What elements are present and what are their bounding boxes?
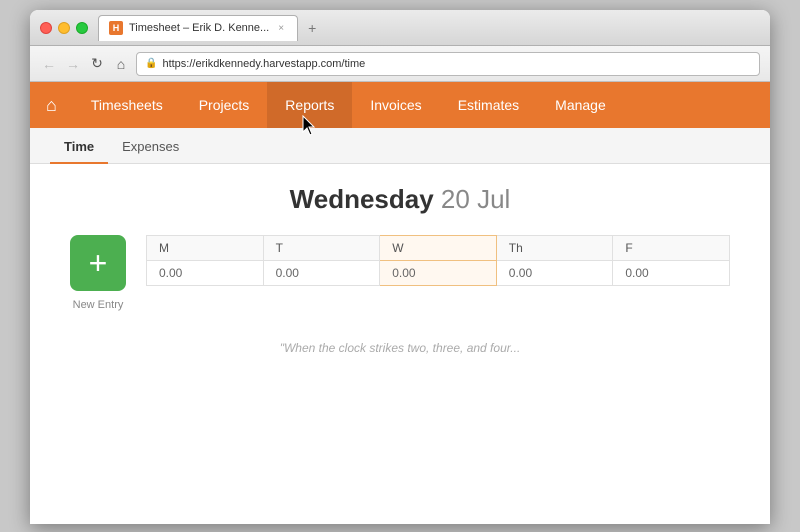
nav-timesheets-label: Timesheets: [91, 97, 163, 113]
cell-m: 0.00: [147, 261, 264, 286]
address-url: https://erikdkennedy.harvestapp.com/time: [162, 58, 365, 70]
ssl-icon: 🔒: [145, 58, 157, 69]
close-button[interactable]: [40, 22, 52, 34]
tab-bar: H Timesheet – Erik D. Kenne... × +: [98, 15, 760, 41]
cell-t: 0.00: [263, 261, 380, 286]
nav-projects-label: Projects: [199, 97, 250, 113]
browser-toolbar: ← → ↻ ⌂ 🔒 https://erikdkennedy.harvestap…: [30, 46, 770, 82]
col-header-m: M: [147, 236, 264, 261]
cell-f: 0.00: [613, 261, 730, 286]
nav-invoices[interactable]: Invoices: [352, 82, 439, 128]
tab-favicon: H: [109, 21, 123, 35]
sub-nav-expenses-label: Expenses: [122, 139, 179, 154]
new-entry-button[interactable]: + New Entry: [70, 235, 126, 311]
sub-nav-time[interactable]: Time: [50, 131, 108, 164]
day-name: Wednesday: [290, 184, 434, 214]
browser-window: H Timesheet – Erik D. Kenne... × + ← → ↻…: [30, 10, 770, 524]
day-month-label: Jul: [477, 184, 510, 214]
nav-timesheets[interactable]: Timesheets: [73, 82, 181, 128]
col-header-w: W: [380, 236, 497, 261]
browser-tab[interactable]: H Timesheet – Erik D. Kenne... ×: [98, 15, 298, 41]
tab-title: Timesheet – Erik D. Kenne...: [129, 22, 269, 34]
cell-w: 0.00: [380, 261, 497, 286]
sub-nav-time-label: Time: [64, 139, 94, 154]
col-header-th: Th: [496, 236, 613, 261]
col-header-t: T: [263, 236, 380, 261]
cell-th: 0.00: [496, 261, 613, 286]
timesheet-area: + New Entry M T W Th F 0.00 0.00: [30, 235, 770, 311]
home-icon: ⌂: [46, 95, 57, 116]
date-header: Wednesday 20 Jul: [30, 184, 770, 215]
nav-invoices-label: Invoices: [370, 97, 421, 113]
new-entry-icon: +: [70, 235, 126, 291]
col-header-f: F: [613, 236, 730, 261]
app-nav: ⌂ Timesheets Projects Reports Invoices E…: [30, 82, 770, 128]
nav-reports[interactable]: Reports: [267, 82, 352, 128]
sub-nav-expenses[interactable]: Expenses: [108, 131, 193, 164]
home-button[interactable]: ⌂: [112, 55, 130, 73]
sub-nav: Time Expenses: [30, 128, 770, 164]
nav-reports-label: Reports: [285, 97, 334, 113]
nav-manage[interactable]: Manage: [537, 82, 624, 128]
nav-home-button[interactable]: ⌂: [30, 82, 73, 128]
address-bar[interactable]: 🔒 https://erikdkennedy.harvestapp.com/ti…: [136, 52, 760, 76]
forward-button[interactable]: →: [64, 55, 82, 73]
nav-estimates[interactable]: Estimates: [440, 82, 537, 128]
time-table: M T W Th F 0.00 0.00 0.00 0.00 0.00: [146, 235, 730, 286]
quote-area: "When the clock strikes two, three, and …: [30, 311, 770, 385]
day-num: 20: [441, 184, 470, 214]
quote-text: "When the clock strikes two, three, and …: [280, 341, 521, 355]
tab-close-icon[interactable]: ×: [275, 22, 287, 34]
traffic-lights: [40, 22, 88, 34]
nav-manage-label: Manage: [555, 97, 606, 113]
refresh-button[interactable]: ↻: [88, 55, 106, 73]
nav-estimates-label: Estimates: [458, 97, 519, 113]
back-button[interactable]: ←: [40, 55, 58, 73]
main-content: Wednesday 20 Jul + New Entry M T W Th F: [30, 164, 770, 524]
new-entry-label: New Entry: [73, 299, 124, 311]
nav-projects[interactable]: Projects: [181, 82, 268, 128]
browser-titlebar: H Timesheet – Erik D. Kenne... × +: [30, 10, 770, 46]
minimize-button[interactable]: [58, 22, 70, 34]
new-tab-button[interactable]: +: [302, 18, 322, 38]
maximize-button[interactable]: [76, 22, 88, 34]
